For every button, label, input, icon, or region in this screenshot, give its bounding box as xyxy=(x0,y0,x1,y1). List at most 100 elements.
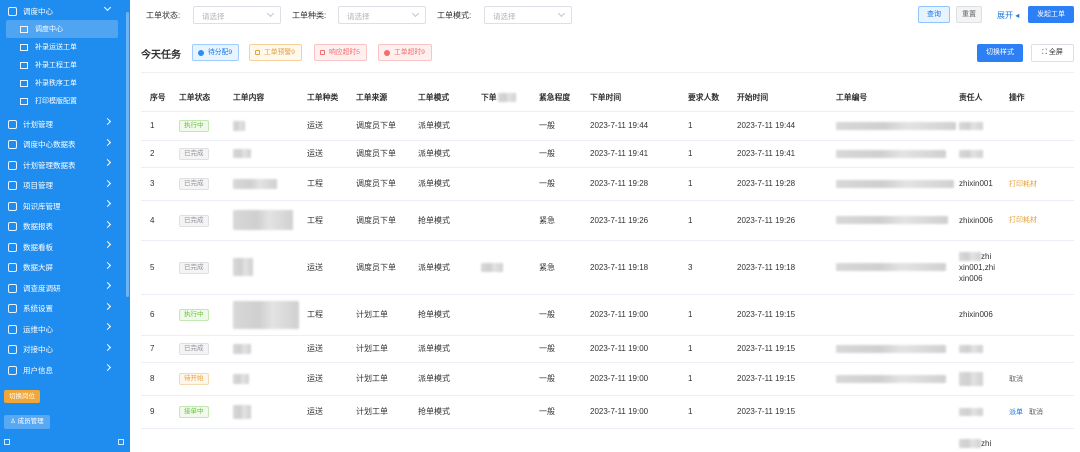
sidebar-group-plan[interactable]: 计划管理 xyxy=(0,114,130,135)
chevron-right-icon xyxy=(103,261,112,269)
plan-icon xyxy=(8,119,17,129)
chevron-right-icon xyxy=(103,302,112,310)
table-row[interactable]: 5 已完成 运送 调度员下单 派单模式 紧急 2023-7-11 19:18 3 2023-7-… xyxy=(141,240,1074,295)
row-orderer xyxy=(472,395,530,429)
sidebar-group-knowledge[interactable]: 知识库管理 xyxy=(0,196,130,217)
table-row[interactable]: 4 已完成 工程 调度员下单 抢单模式 紧急 2023-7-11 19:26 1 2023-7-… xyxy=(141,200,1074,241)
reset-button[interactable]: 重置 xyxy=(956,6,982,23)
sidebar-item-dispatch-center[interactable]: 调度中心 xyxy=(6,20,118,38)
row-owner: zhixin006 xyxy=(950,200,1000,241)
sidebar-group-label: 运维中心 xyxy=(23,324,53,334)
sidebar-item-supplement-engineering[interactable]: 补录工程工单 xyxy=(0,56,118,74)
row-number: 4 xyxy=(141,200,170,241)
row-kind: 运送 xyxy=(298,240,347,295)
row-actions: 取消 xyxy=(1000,362,1074,396)
row-mode: 派单模式 xyxy=(409,335,472,363)
sidebar-group-dashboard[interactable]: 数据看板 xyxy=(0,237,130,258)
sidebar-group-integration[interactable]: 对接中心 xyxy=(0,340,130,361)
sidebar-group-big-screen[interactable]: 数据大屏 xyxy=(0,258,130,279)
blurred-content xyxy=(233,210,293,230)
row-action-link[interactable]: 派单 xyxy=(1009,409,1023,416)
row-action-link[interactable]: 打印耗材 xyxy=(1009,217,1037,224)
menu-icon[interactable] xyxy=(4,439,10,445)
column-header: 工单来源 xyxy=(347,84,409,112)
expand-link[interactable]: 展开 ◂ xyxy=(997,10,1019,21)
switch-style-button[interactable]: 切换样式 xyxy=(977,44,1023,62)
new-order-button[interactable]: 发起工单 xyxy=(1028,6,1074,23)
row-people: 1 xyxy=(679,111,728,141)
row-owner xyxy=(950,362,1000,396)
status-badge: 已完成 xyxy=(179,148,209,160)
row-action-link[interactable]: 取消 xyxy=(1009,376,1023,383)
sidebar-group-settings[interactable]: 系统设置 xyxy=(0,299,130,320)
table-row[interactable]: 8 待开始 运送 计划工单 派单模式 一般 2023-7-11 19:00 1 2023-7-1… xyxy=(141,362,1074,396)
table-row[interactable]: 9 接单中 运送 计划工单 抢单模式 一般 2023-7-11 19:00 1 2023-7-1… xyxy=(141,395,1074,429)
table-row[interactable]: 1 执行中 运送 调度员下单 派单模式 一般 2023-7-11 19:44 1 2023-7-… xyxy=(141,111,1074,141)
chevron-down-icon xyxy=(411,9,420,18)
row-start-time: 2023-7-11 19:44 xyxy=(728,111,827,141)
type-select[interactable]: 请选择 xyxy=(338,6,426,24)
fullscreen-button[interactable]: ⛶ 全屏 xyxy=(1031,44,1074,62)
row-kind: 运送 xyxy=(298,335,347,363)
response-timeout-chip[interactable]: 响应超时5 xyxy=(314,44,367,61)
row-content xyxy=(224,140,298,168)
chevron-down-icon xyxy=(103,3,112,12)
sidebar-group-report[interactable]: 数据报表 xyxy=(0,217,130,238)
row-source: 计划工单 xyxy=(347,294,409,336)
order-warning-chip[interactable]: 工单预警9 xyxy=(249,44,302,61)
table-row[interactable]: 2 已完成 运送 调度员下单 派单模式 一般 2023-7-11 19:41 1 2023-7-… xyxy=(141,140,1074,168)
chevron-right-icon xyxy=(103,220,112,228)
table-row[interactable]: 7 已完成 运送 计划工单 派单模式 一般 2023-7-11 19:00 1 2023-7-1… xyxy=(141,335,1074,363)
row-source: 调度员下单 xyxy=(347,167,409,201)
sidebar-group-ops[interactable]: 运维中心 xyxy=(0,319,130,340)
switch-post-button[interactable]: 切换岗位 xyxy=(4,390,40,403)
row-cancel-link[interactable]: 取消 xyxy=(1029,409,1043,416)
column-header: 工单内容 xyxy=(224,84,298,112)
row-content xyxy=(224,395,298,429)
row-content xyxy=(224,294,299,336)
sidebar-group-label: 调查度调研 xyxy=(23,283,61,293)
status-badge: 待开始 xyxy=(179,373,209,385)
status-filter-label: 工单状态: xyxy=(146,11,181,20)
fullscreen-label: 全屏 xyxy=(1048,49,1063,56)
status-select[interactable]: 请选择 xyxy=(193,6,281,24)
chip-label: 工单预警9 xyxy=(264,49,295,56)
sidebar-group-plan-data[interactable]: 计划管理数据表 xyxy=(0,155,130,176)
row-start-time: 2023-7-11 19:28 xyxy=(728,167,827,201)
mode-select[interactable]: 请选择 xyxy=(484,6,572,24)
sidebar-group-label: 数据看板 xyxy=(23,242,53,252)
blurred-owner xyxy=(959,149,983,158)
blurred-content xyxy=(233,149,251,159)
table-icon xyxy=(20,79,28,87)
table-row[interactable]: 6 执行中 工程 计划工单 抢单模式 一般 2023-7-11 19:00 1 2023-7-1… xyxy=(141,294,1074,336)
row-number: 7 xyxy=(141,335,170,363)
owner-text: zhixin006 xyxy=(959,215,993,225)
row-number: 3 xyxy=(141,167,170,201)
order-timeout-chip[interactable]: 工单超时9 xyxy=(378,44,432,61)
row-order-time: 2023-7-11 19:28 xyxy=(581,167,679,201)
sidebar-group-dispatch[interactable]: 调度中心 xyxy=(0,2,130,20)
row-action-link[interactable]: 打印耗材 xyxy=(1009,181,1037,188)
row-kind: 运送 xyxy=(298,111,347,141)
table-row[interactable]: zhi xyxy=(141,428,1074,452)
sidebar-group-dispatch-data[interactable]: 调度中心数据表 xyxy=(0,135,130,156)
sidebar-item-supplement-order[interactable]: 补录秩序工单 xyxy=(0,74,118,92)
sidebar-group-survey[interactable]: 调查度调研 xyxy=(0,278,130,299)
query-button[interactable]: 查询 xyxy=(918,6,950,23)
sidebar-scrollbar[interactable] xyxy=(126,12,129,297)
pending-assign-chip[interactable]: 待分配9 xyxy=(192,44,240,61)
sidebar-group-user-info[interactable]: 用户信息 xyxy=(0,360,130,381)
collapse-icon[interactable] xyxy=(118,439,124,445)
sidebar-group-project[interactable]: 项目管理 xyxy=(0,176,130,197)
member-manage-button[interactable]: ♙ 成员管理 xyxy=(4,415,50,429)
sidebar-item-print-template[interactable]: 打印模版配置 xyxy=(0,92,118,110)
blurred-owner xyxy=(959,371,983,386)
table-row[interactable]: 3 已完成 工程 调度员下单 派单模式 一般 2023-7-11 19:28 1 2023-7-… xyxy=(141,167,1074,201)
row-actions: 打印耗材 xyxy=(1000,167,1074,201)
row-actions xyxy=(1000,111,1074,141)
blurred-order-number xyxy=(836,121,956,130)
chevron-down-icon xyxy=(266,9,275,18)
sidebar: 调度中心 调度中心 补录运送工单 补录工程工单 补录秩序工单 打印模版配置 计划… xyxy=(0,0,130,452)
row-kind: 运送 xyxy=(298,362,347,396)
sidebar-item-supplement-transport[interactable]: 补录运送工单 xyxy=(0,38,118,56)
